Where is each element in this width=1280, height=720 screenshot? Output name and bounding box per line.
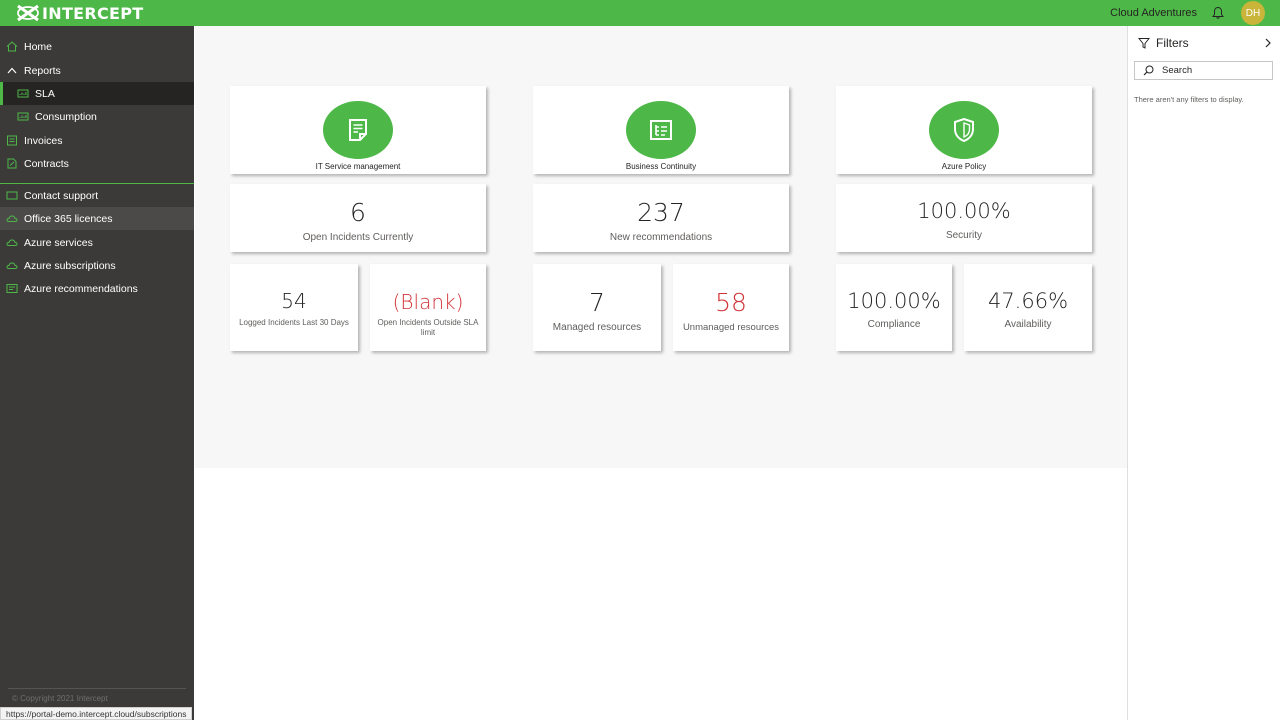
managed-resources-label: Managed resources	[552, 322, 642, 333]
sidebar-item-label: Azure subscriptions	[24, 259, 116, 272]
contract-icon	[7, 158, 17, 169]
availability-card[interactable]: 47.66% Availability	[964, 264, 1092, 351]
itsm-icon-circle	[323, 101, 393, 159]
shield-icon	[954, 117, 974, 143]
outside-sla-value: (Blank)	[392, 290, 464, 314]
filter-search-input[interactable]	[1162, 65, 1262, 76]
sidebar-item-label: Office 365 licences	[24, 212, 113, 225]
empty-filters-message: There aren't any filters to display.	[1134, 95, 1244, 104]
filters-title: Filters	[1156, 36, 1189, 50]
chevron-right-icon[interactable]	[1264, 38, 1272, 48]
bell-icon[interactable]	[1211, 6, 1225, 20]
open-incidents-card[interactable]: 6 Open Incidents Currently	[230, 184, 486, 252]
continuity-icon-circle	[626, 101, 696, 159]
home-icon	[6, 41, 18, 52]
intercept-logo-icon	[17, 4, 39, 22]
availability-value: 47.66%	[987, 289, 1069, 313]
sidebar-item-contact-support[interactable]: Contact support	[0, 184, 194, 207]
continuity-title: Business Continuity	[625, 162, 697, 171]
recommendations-card[interactable]: 237 New recommendations	[533, 184, 789, 252]
policy-icon-circle	[929, 101, 999, 159]
sidebar-item-office-365-licences[interactable]: Office 365 licences	[0, 207, 194, 230]
managed-resources-card[interactable]: 7 Managed resources	[533, 264, 661, 351]
sidebar: Home Reports SLA Consumption Invoices Co…	[0, 26, 194, 720]
sidebar-item-azure-services[interactable]: Azure services	[0, 231, 194, 254]
sidebar-item-sla[interactable]: SLA	[0, 82, 194, 105]
filter-icon	[1138, 38, 1150, 49]
sidebar-item-home[interactable]: Home	[0, 35, 194, 58]
unmanaged-resources-card[interactable]: 58 Unmanaged resources	[673, 264, 789, 351]
security-card[interactable]: 100.00% Security	[836, 184, 1092, 252]
checklist-icon	[650, 120, 672, 140]
security-label: Security	[945, 230, 983, 241]
sidebar-item-label: Azure services	[24, 236, 93, 249]
copyright-text: © Copyright 2021 Intercept	[12, 694, 108, 703]
logged-incidents-value: 54	[281, 289, 307, 313]
document-icon	[349, 119, 367, 141]
top-bar: INTERCEPT Cloud Adventures DH	[0, 0, 1280, 26]
sidebar-item-label: Contact support	[24, 189, 99, 202]
logo-text: INTERCEPT	[42, 3, 144, 23]
sidebar-item-label: Invoices	[24, 134, 63, 147]
unmanaged-resources-value: 58	[715, 288, 747, 317]
filters-pane: Filters There aren't any filters to disp…	[1127, 26, 1280, 720]
filter-search-box[interactable]	[1134, 61, 1273, 80]
itsm-header-card[interactable]: IT Service management	[230, 86, 486, 174]
compliance-card[interactable]: 100.00% Compliance	[836, 264, 952, 351]
tenant-name[interactable]: Cloud Adventures	[1110, 7, 1197, 19]
avatar[interactable]: DH	[1241, 1, 1265, 25]
invoice-icon	[7, 135, 17, 146]
security-value: 100.00%	[917, 199, 1011, 223]
recommendations-icon	[6, 284, 18, 293]
status-bar-url: https://portal-demo.intercept.cloud/subs…	[0, 707, 193, 720]
footer-divider	[8, 688, 186, 689]
sidebar-item-azure-subscriptions[interactable]: Azure subscriptions	[0, 254, 194, 277]
support-icon	[6, 191, 18, 200]
policy-header-card[interactable]: Azure Policy	[836, 86, 1092, 174]
sidebar-item-label: Home	[24, 40, 53, 53]
sidebar-item-reports[interactable]: Reports	[0, 59, 194, 82]
sidebar-item-label: Azure recommendations	[24, 282, 138, 295]
recommendations-value: 237	[637, 198, 685, 227]
policy-title: Azure Policy	[941, 162, 987, 171]
continuity-header-card[interactable]: Business Continuity	[533, 86, 789, 174]
outside-sla-label: Open Incidents Outside SLA limit	[377, 318, 479, 337]
sidebar-item-invoices[interactable]: Invoices	[0, 129, 194, 152]
report-icon	[17, 112, 29, 121]
compliance-label: Compliance	[867, 319, 921, 330]
sidebar-item-label: Contracts	[24, 157, 69, 170]
sidebar-item-azure-recommendations[interactable]: Azure recommendations	[0, 277, 194, 300]
sidebar-item-consumption[interactable]: Consumption	[0, 105, 194, 128]
logo[interactable]: INTERCEPT	[15, 4, 144, 23]
filters-header: Filters	[1138, 36, 1189, 50]
cloud-icon	[6, 262, 18, 269]
compliance-value: 100.00%	[847, 289, 941, 313]
logged-incidents-label: Logged Incidents Last 30 Days	[239, 318, 349, 327]
outside-sla-card[interactable]: (Blank) Open Incidents Outside SLA limit	[370, 264, 486, 351]
cloud-icon	[6, 215, 18, 222]
logged-incidents-card[interactable]: 54 Logged Incidents Last 30 Days	[230, 264, 358, 351]
sidebar-item-contracts[interactable]: Contracts	[0, 152, 194, 175]
unmanaged-resources-label: Unmanaged resources	[682, 322, 780, 333]
open-incidents-label: Open Incidents Currently	[302, 232, 414, 243]
itsm-title: IT Service management	[315, 162, 401, 171]
chevron-up-icon	[7, 67, 17, 74]
sidebar-item-label: SLA	[35, 87, 55, 100]
report-icon	[17, 89, 29, 98]
report-canvas: IT Service management 6 Open Incidents C…	[195, 26, 1127, 468]
managed-resources-value: 7	[589, 288, 605, 317]
availability-label: Availability	[1004, 319, 1052, 330]
sidebar-item-label: Consumption	[35, 110, 97, 123]
open-incidents-value: 6	[350, 198, 366, 227]
recommendations-label: New recommendations	[609, 232, 713, 243]
sidebar-item-label: Reports	[24, 64, 61, 77]
search-icon	[1143, 65, 1154, 76]
cloud-icon	[6, 239, 18, 246]
